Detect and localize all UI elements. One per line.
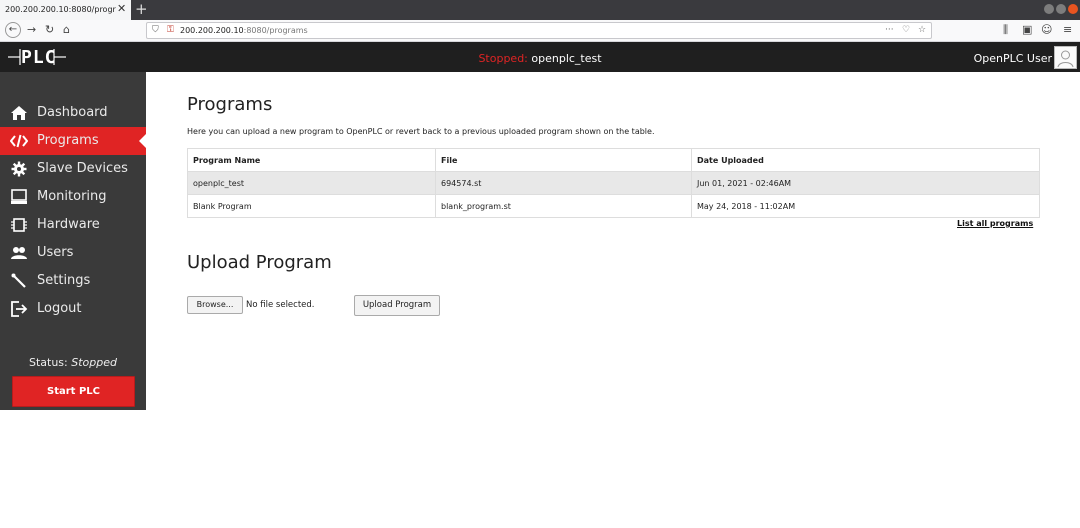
- sidebar-item-dashboard[interactable]: Dashboard: [0, 99, 146, 127]
- running-program-name: openplc_test: [531, 52, 602, 65]
- tab-close-icon[interactable]: ✕: [117, 3, 126, 15]
- upload-program-button[interactable]: Upload Program: [354, 295, 440, 316]
- chip-icon: [11, 218, 27, 232]
- insecure-lock-icon[interactable]: ⚿: [167, 25, 174, 36]
- sidebar-item-label: Hardware: [37, 217, 100, 232]
- page-actions-icon[interactable]: ···: [885, 25, 894, 36]
- shield-icon[interactable]: ⛉: [152, 25, 159, 36]
- app-header: PLC Stopped: openplc_test OpenPLC User: [0, 42, 1080, 72]
- sidebar-status-value: Stopped: [71, 356, 117, 369]
- sidebar-plc-status: Status: Stopped: [0, 356, 146, 369]
- url-bar[interactable]: ⛉ ⚿ 200.200.200.10:8080/programs ··· ♡ ☆: [146, 22, 932, 39]
- pocket-icon[interactable]: ♡: [902, 25, 910, 36]
- main-content: Programs Here you can upload a new progr…: [146, 72, 1080, 410]
- url-host: 200.200.200.10: [180, 26, 244, 35]
- start-plc-button[interactable]: Start PLC: [12, 376, 135, 407]
- user-name[interactable]: OpenPLC User: [974, 52, 1052, 65]
- column-header-date-uploaded: Date Uploaded: [691, 148, 1040, 172]
- program-name-cell: openplc_test: [187, 171, 436, 195]
- home-page-icon[interactable]: ⌂: [63, 23, 70, 37]
- date-uploaded-cell: May 24, 2018 - 11:02AM: [691, 194, 1040, 218]
- minimize-window-button[interactable]: [1044, 4, 1054, 14]
- account-icon[interactable]: ☺: [1041, 23, 1052, 37]
- program-name-cell: Blank Program: [187, 194, 436, 218]
- sidebar: Dashboard Programs Slave Devices Monitor…: [0, 72, 147, 410]
- table-header-row: Program Name File Date Uploaded: [187, 148, 1040, 172]
- sidebar-item-hardware[interactable]: Hardware: [0, 211, 146, 239]
- hamburger-menu-icon[interactable]: ≡: [1063, 23, 1072, 37]
- sidebar-item-logout[interactable]: Logout: [0, 295, 146, 323]
- page-title: Programs: [187, 94, 273, 115]
- maximize-window-button[interactable]: [1056, 4, 1066, 14]
- user-avatar-icon: [1057, 50, 1074, 68]
- browse-file-button[interactable]: Browse...: [187, 296, 243, 314]
- cog-icon: [11, 161, 27, 177]
- url-text: 200.200.200.10:8080/programs: [180, 26, 308, 35]
- sidebar-item-settings[interactable]: Settings: [0, 267, 146, 295]
- sidebar-item-label: Monitoring: [37, 189, 107, 204]
- plc-status-text: Stopped: openplc_test: [0, 52, 1080, 65]
- list-all-programs-link[interactable]: List all programs: [957, 219, 1033, 228]
- column-header-file: File: [435, 148, 692, 172]
- sidebar-status-label: Status:: [28, 356, 68, 369]
- sidebar-item-label: Dashboard: [37, 105, 108, 120]
- sidebar-item-label: Slave Devices: [37, 161, 128, 176]
- avatar[interactable]: [1054, 46, 1077, 69]
- library-icon[interactable]: ⫼: [1003, 23, 1008, 37]
- file-cell: blank_program.st: [435, 194, 692, 218]
- monitor-icon: [11, 189, 27, 204]
- selected-file-label: No file selected.: [246, 300, 315, 310]
- reload-icon[interactable]: ↻: [45, 23, 54, 37]
- logout-icon: [11, 301, 28, 317]
- sidebar-item-monitoring[interactable]: Monitoring: [0, 183, 146, 211]
- browser-tab[interactable]: 200.200.200.10:8080/progr ✕: [0, 0, 131, 20]
- sidebar-item-label: Settings: [37, 273, 91, 288]
- wrench-icon: [11, 273, 26, 288]
- forward-arrow-icon[interactable]: →: [27, 23, 36, 37]
- users-icon: [11, 247, 27, 259]
- page-description: Here you can upload a new program to Ope…: [187, 127, 655, 136]
- browser-tab-bar: 200.200.200.10:8080/progr ✕ +: [0, 0, 1080, 20]
- home-icon: [11, 106, 27, 120]
- sidebar-item-programs[interactable]: Programs: [0, 127, 147, 155]
- code-icon: [10, 134, 28, 148]
- browser-nav-bar: ← → ↻ ⌂ ⛉ ⚿ 200.200.200.10:8080/programs…: [0, 20, 1080, 42]
- sidebar-item-label: Programs: [37, 133, 99, 148]
- sidebar-item-users[interactable]: Users: [0, 239, 146, 267]
- sidebar-item-label: Logout: [37, 301, 82, 316]
- programs-table: Program Name File Date Uploaded openplc_…: [187, 148, 1040, 218]
- bookmark-star-icon[interactable]: ☆: [918, 25, 926, 36]
- url-path: :8080/programs: [243, 26, 308, 35]
- sidebar-toggle-icon[interactable]: ▣: [1022, 23, 1032, 37]
- plc-status-prefix: Stopped:: [478, 52, 528, 65]
- column-header-program-name: Program Name: [187, 148, 436, 172]
- table-row[interactable]: openplc_test 694574.st Jun 01, 2021 - 02…: [187, 171, 1040, 195]
- sidebar-item-label: Users: [37, 245, 74, 260]
- file-cell: 694574.st: [435, 171, 692, 195]
- date-uploaded-cell: Jun 01, 2021 - 02:46AM: [691, 171, 1040, 195]
- close-window-button[interactable]: [1068, 4, 1078, 14]
- table-row[interactable]: Blank Program blank_program.st May 24, 2…: [187, 194, 1040, 218]
- upload-section-title: Upload Program: [187, 252, 332, 273]
- browser-tab-title: 200.200.200.10:8080/progr: [5, 5, 116, 14]
- sidebar-item-slave-devices[interactable]: Slave Devices: [0, 155, 146, 183]
- new-tab-icon[interactable]: +: [135, 1, 148, 17]
- back-arrow-icon[interactable]: ←: [5, 22, 21, 38]
